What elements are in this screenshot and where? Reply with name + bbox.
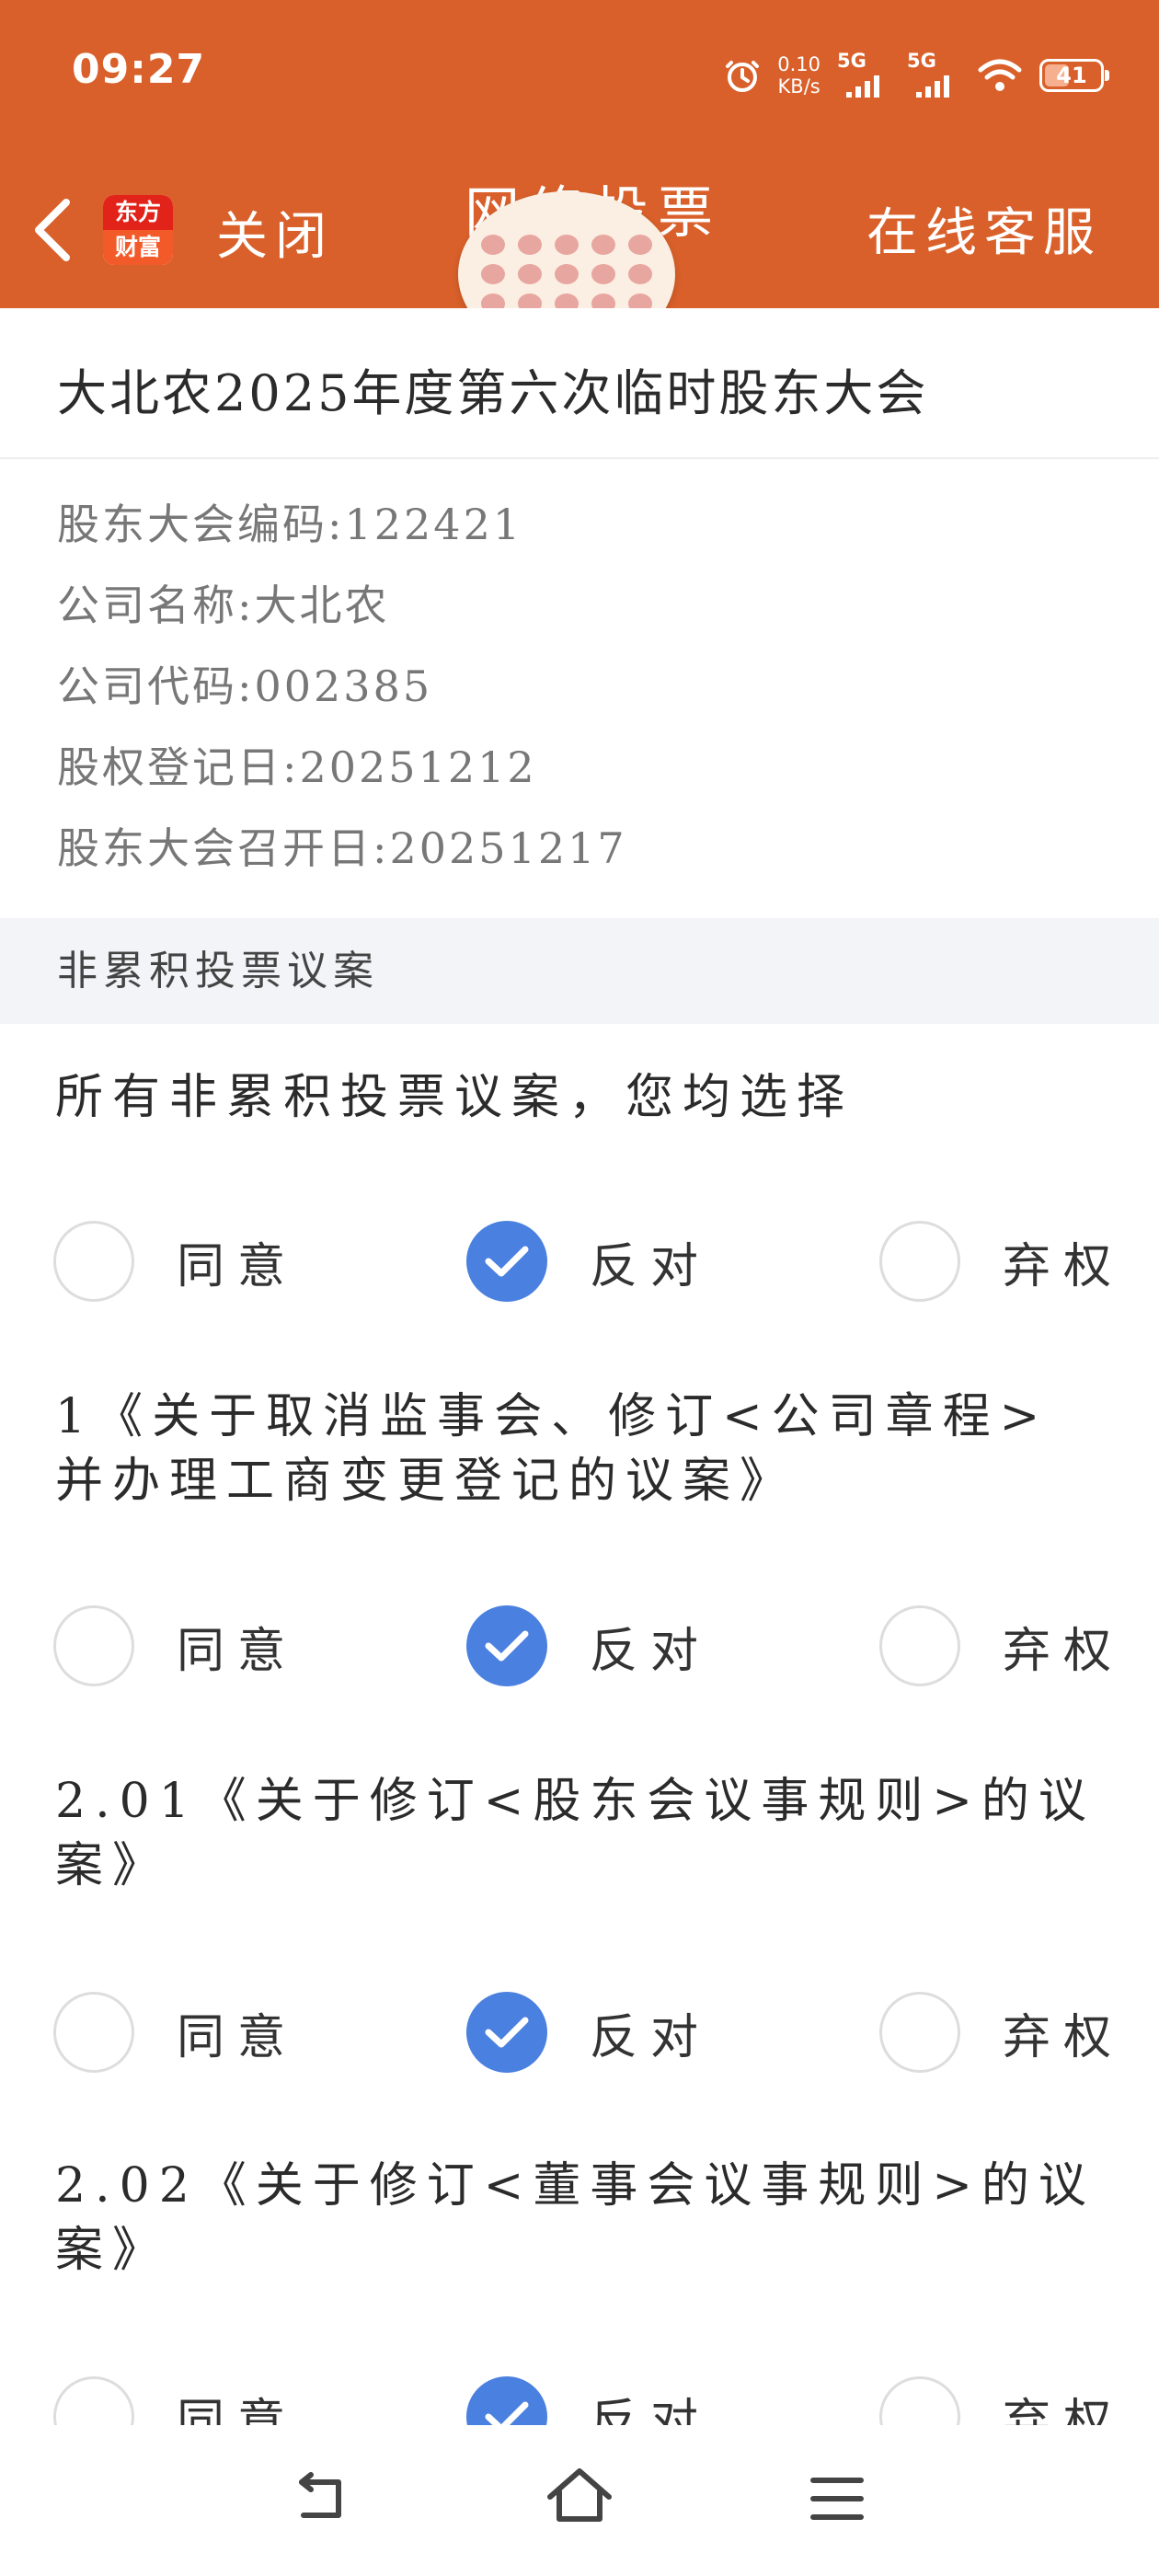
back-arrow-icon (299, 2472, 341, 2518)
app-logo: 东方 财富 (103, 195, 173, 265)
agree-label: 同意 (177, 1623, 299, 1679)
signal-icon-sim1: 5G (837, 50, 890, 101)
agree-option[interactable]: 同意 (53, 1988, 298, 2076)
oppose-label: 反对 (590, 2009, 712, 2065)
abstain-radio[interactable] (879, 1992, 960, 2073)
motion-title: 1《关于取消监事会、修订<公司章程>并办理工商变更登记的议案》 (55, 1389, 1050, 1509)
battery-level: 41 (1056, 63, 1087, 88)
abstain-label: 弃权 (1003, 1623, 1125, 1679)
alarm-clock-icon (726, 61, 760, 92)
logo-text-bottom: 财富 (103, 230, 173, 265)
motion-title: 2.02《关于修订<董事会议事规则>的议案》 (55, 2158, 1096, 2278)
agree-radio[interactable] (53, 1992, 134, 2073)
vote-options: 同意 反对 弃权 (0, 1217, 1159, 1305)
vote-options: 同意 反对 弃权 (0, 1602, 1159, 1690)
oppose-radio[interactable] (466, 1992, 547, 2073)
home-icon (547, 2468, 612, 2522)
company-code: 公司代码:002385 (57, 661, 433, 711)
abstain-radio[interactable] (879, 1605, 960, 1686)
check-icon (485, 2017, 529, 2048)
chevron-left-icon (35, 199, 70, 261)
abstain-label: 弃权 (1003, 2009, 1125, 2065)
vote-options: 同意 反对 弃权 (0, 1988, 1159, 2076)
close-button[interactable]: 关闭 (216, 195, 334, 270)
abstain-radio[interactable] (879, 1221, 960, 1302)
meeting-info: 股东大会编码:122421 公司名称:大北农 公司代码:002385 股权登记日… (57, 495, 627, 900)
logo-text-top: 东方 (103, 195, 173, 230)
sim1-label: 5G (837, 50, 866, 72)
agree-radio[interactable] (53, 1221, 134, 1302)
nav-back-button[interactable] (285, 2462, 359, 2536)
oppose-option[interactable]: 反对 (466, 1988, 711, 2076)
wifi-icon (978, 59, 1022, 91)
check-icon (485, 1246, 529, 1277)
agree-radio[interactable] (53, 1605, 134, 1686)
net-speed: 0.10 KB/s (777, 53, 820, 98)
agree-option[interactable]: 同意 (53, 1602, 298, 1690)
sim2-label: 5G (907, 50, 936, 72)
oppose-label: 反对 (590, 1238, 712, 1294)
nav-home-button[interactable] (543, 2462, 616, 2536)
agree-option[interactable]: 同意 (53, 1217, 298, 1305)
abstain-option[interactable]: 弃权 (879, 1602, 1124, 1690)
motion-all: 所有非累积投票议案，您均选择 同意 反对 弃权 (0, 1024, 1159, 1348)
back-button[interactable] (26, 193, 81, 267)
agree-label: 同意 (177, 1238, 299, 1294)
oppose-option[interactable]: 反对 (466, 1602, 711, 1690)
net-speed-unit: KB/s (777, 75, 820, 98)
meeting-date: 股东大会召开日:20251217 (57, 823, 627, 873)
menu-icon (810, 2478, 864, 2520)
signal-icon-sim2: 5G (907, 50, 960, 101)
system-nav-bar (0, 2425, 1159, 2576)
battery-indicator: 41 (1039, 59, 1109, 92)
oppose-label: 反对 (590, 1623, 712, 1679)
net-speed-value: 0.10 (777, 53, 820, 75)
check-icon (485, 1630, 529, 1662)
motion-1: 1《关于取消监事会、修订<公司章程>并办理工商变更登记的议案》 同意 反对 弃权 (0, 1346, 1159, 1732)
abstain-option[interactable]: 弃权 (879, 1217, 1124, 1305)
company-name: 公司名称:大北农 (57, 581, 390, 630)
oppose-radio[interactable] (466, 1221, 547, 1302)
motion-title: 所有非累积投票议案，您均选择 (55, 1070, 855, 1125)
meeting-title: 大北农2025年度第六次临时股东大会 (0, 308, 1159, 459)
abstain-option[interactable]: 弃权 (879, 1988, 1124, 2076)
oppose-option[interactable]: 反对 (466, 1217, 711, 1305)
meeting-code: 股东大会编码:122421 (57, 500, 523, 549)
status-icons: 0.10 KB/s 5G 5G 41 (724, 48, 1109, 103)
section-header-non-cumulative: 非累积投票议案 (0, 918, 1159, 1024)
agree-label: 同意 (177, 2009, 299, 2065)
oppose-radio[interactable] (466, 1605, 547, 1686)
status-time: 09:27 (72, 46, 206, 93)
record-date: 股权登记日:20251212 (57, 742, 537, 792)
abstain-label: 弃权 (1003, 1238, 1125, 1294)
online-service-button[interactable]: 在线客服 (866, 191, 1102, 266)
motion-2-01: 2.01《关于修订<股东会议事规则>的议案》 同意 反对 弃权 (0, 1731, 1159, 2117)
nav-menu-button[interactable] (800, 2462, 874, 2536)
motion-title: 2.01《关于修订<股东会议事规则>的议案》 (55, 1774, 1096, 1893)
